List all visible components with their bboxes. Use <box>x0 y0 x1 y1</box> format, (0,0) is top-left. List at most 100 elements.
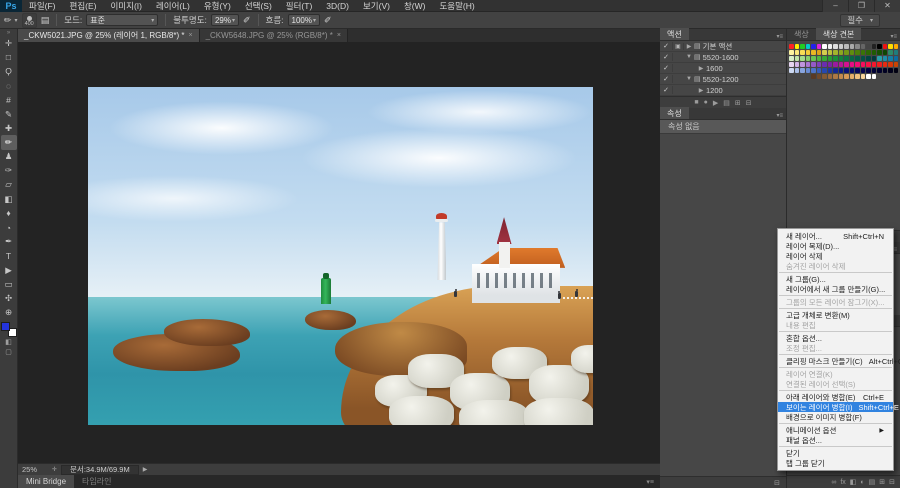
pasteboard[interactable] <box>18 42 660 463</box>
quick-select-tool[interactable]: ◌ <box>1 79 17 93</box>
color-swatch[interactable] <box>789 44 794 49</box>
color-swatch[interactable] <box>866 56 871 61</box>
color-swatch[interactable] <box>839 62 844 67</box>
color-swatch[interactable] <box>844 56 849 61</box>
context-menu-item[interactable]: 새 그룹(G)... <box>778 274 893 284</box>
color-swatch[interactable] <box>811 68 816 73</box>
color-swatch[interactable] <box>789 50 794 55</box>
tab-actions[interactable]: 액션 <box>660 28 689 40</box>
opacity-field[interactable]: 29% ▾ <box>211 14 239 26</box>
color-swatch[interactable] <box>833 44 838 49</box>
color-swatch[interactable] <box>894 50 899 55</box>
lasso-tool[interactable]: Ϙ <box>1 64 17 78</box>
record-icon[interactable]: ● <box>704 99 708 106</box>
menu-item-3DD[interactable]: 3D(D) <box>319 0 356 12</box>
color-swatch[interactable] <box>828 44 833 49</box>
color-swatch[interactable] <box>883 62 888 67</box>
tab-properties[interactable]: 속성 <box>660 107 689 119</box>
menu-item-H[interactable]: 도움말(H) <box>432 0 481 12</box>
gradient-tool[interactable]: ◧ <box>1 192 17 206</box>
eyedropper-tool[interactable]: ✎ <box>1 107 17 121</box>
color-swatch[interactable] <box>872 44 877 49</box>
color-swatch[interactable] <box>866 44 871 49</box>
mode-select[interactable]: 표준 ▾ <box>86 14 158 26</box>
color-swatch[interactable] <box>872 50 877 55</box>
layer-mask-icon[interactable]: ◧ <box>850 478 857 486</box>
color-swatch[interactable] <box>877 68 882 73</box>
color-swatch[interactable] <box>855 74 860 79</box>
delete-layer-icon[interactable]: ⊟ <box>889 478 895 486</box>
color-swatch[interactable] <box>795 68 800 73</box>
color-swatch[interactable] <box>806 68 811 73</box>
blur-tool[interactable]: ♦ <box>1 206 17 220</box>
color-swatch[interactable] <box>833 56 838 61</box>
dodge-tool[interactable]: ◔ <box>1 220 17 234</box>
color-swatch[interactable] <box>833 74 838 79</box>
delete-icon[interactable]: ⊟ <box>774 479 780 487</box>
color-swatch[interactable] <box>789 56 794 61</box>
expander-icon[interactable]: ▼ <box>684 54 694 60</box>
crop-tool[interactable]: # <box>1 93 17 107</box>
context-menu-item[interactable]: 탭 그룹 닫기 <box>778 458 893 468</box>
color-swatch[interactable] <box>894 44 899 49</box>
context-menu-item[interactable]: 혼합 옵션... <box>778 333 893 343</box>
color-swatch[interactable] <box>855 68 860 73</box>
color-swatch[interactable] <box>850 62 855 67</box>
color-swatch[interactable] <box>800 50 805 55</box>
color-swatch[interactable] <box>811 62 816 67</box>
color-swatch[interactable] <box>861 56 866 61</box>
context-menu-item[interactable]: 배경으로 이미지 병합(F) <box>778 412 893 422</box>
color-swatch[interactable] <box>811 74 816 79</box>
document-tab[interactable]: _CKW5021.JPG @ 25% (레이어 1, RGB/8*) *× <box>18 29 200 42</box>
color-swatch[interactable] <box>888 62 893 67</box>
color-swatch[interactable] <box>844 50 849 55</box>
menu-item-V[interactable]: 보기(V) <box>356 0 397 12</box>
context-menu-item[interactable]: 클리핑 마스크 만들기(C)Alt+Ctrl+G <box>778 356 893 366</box>
menu-item-Y[interactable]: 유형(Y) <box>197 0 238 12</box>
expander-icon[interactable]: ▶ <box>696 65 706 72</box>
color-swatch[interactable] <box>800 68 805 73</box>
color-swatch[interactable] <box>817 56 822 61</box>
color-swatch[interactable] <box>822 62 827 67</box>
color-swatch[interactable] <box>795 56 800 61</box>
color-swatch[interactable] <box>839 50 844 55</box>
pen-tool[interactable]: ✒ <box>1 235 17 249</box>
color-swatch[interactable] <box>850 56 855 61</box>
color-swatch[interactable] <box>888 56 893 61</box>
color-swatch[interactable] <box>877 50 882 55</box>
modal-icon[interactable]: ▣ <box>673 43 684 50</box>
color-swatch[interactable] <box>833 62 838 67</box>
menu-item-F[interactable]: 파일(F) <box>22 0 63 12</box>
color-swatch[interactable] <box>822 50 827 55</box>
color-swatch[interactable] <box>811 56 816 61</box>
action-row[interactable]: ✓▼▤5520-1200 <box>660 74 786 85</box>
expander-icon[interactable]: ▼ <box>684 76 694 82</box>
color-swatch[interactable] <box>844 74 849 79</box>
context-menu-item[interactable]: 패널 옵션... <box>778 435 893 445</box>
color-swatch[interactable] <box>850 74 855 79</box>
color-swatch[interactable] <box>877 56 882 61</box>
color-swatch[interactable] <box>894 62 899 67</box>
color-swatch[interactable] <box>839 56 844 61</box>
action-row[interactable]: ✓▶1600 <box>660 63 786 74</box>
color-swatch[interactable] <box>894 68 899 73</box>
color-swatch[interactable] <box>861 44 866 49</box>
panel-menu-icon[interactable]: ▾≡ <box>776 112 783 119</box>
zoom-tool[interactable]: ⊕ <box>1 306 17 320</box>
new-set-icon[interactable]: ▤ <box>723 99 730 107</box>
color-swatch[interactable] <box>789 62 794 67</box>
type-tool[interactable]: T <box>1 249 17 263</box>
color-chips[interactable] <box>1 322 17 337</box>
color-swatch[interactable] <box>817 68 822 73</box>
color-swatch[interactable] <box>833 68 838 73</box>
color-swatch[interactable] <box>872 68 877 73</box>
new-layer-icon[interactable]: ⊞ <box>879 478 885 486</box>
color-swatch[interactable] <box>883 56 888 61</box>
eraser-tool[interactable]: ▱ <box>1 178 17 192</box>
color-swatch[interactable] <box>811 50 816 55</box>
stop-icon[interactable]: ■ <box>694 99 698 106</box>
menu-item-S[interactable]: 선택(S) <box>238 0 279 12</box>
color-swatch[interactable] <box>850 68 855 73</box>
path-select-tool[interactable]: ▶ <box>1 263 17 277</box>
color-swatch[interactable] <box>806 50 811 55</box>
